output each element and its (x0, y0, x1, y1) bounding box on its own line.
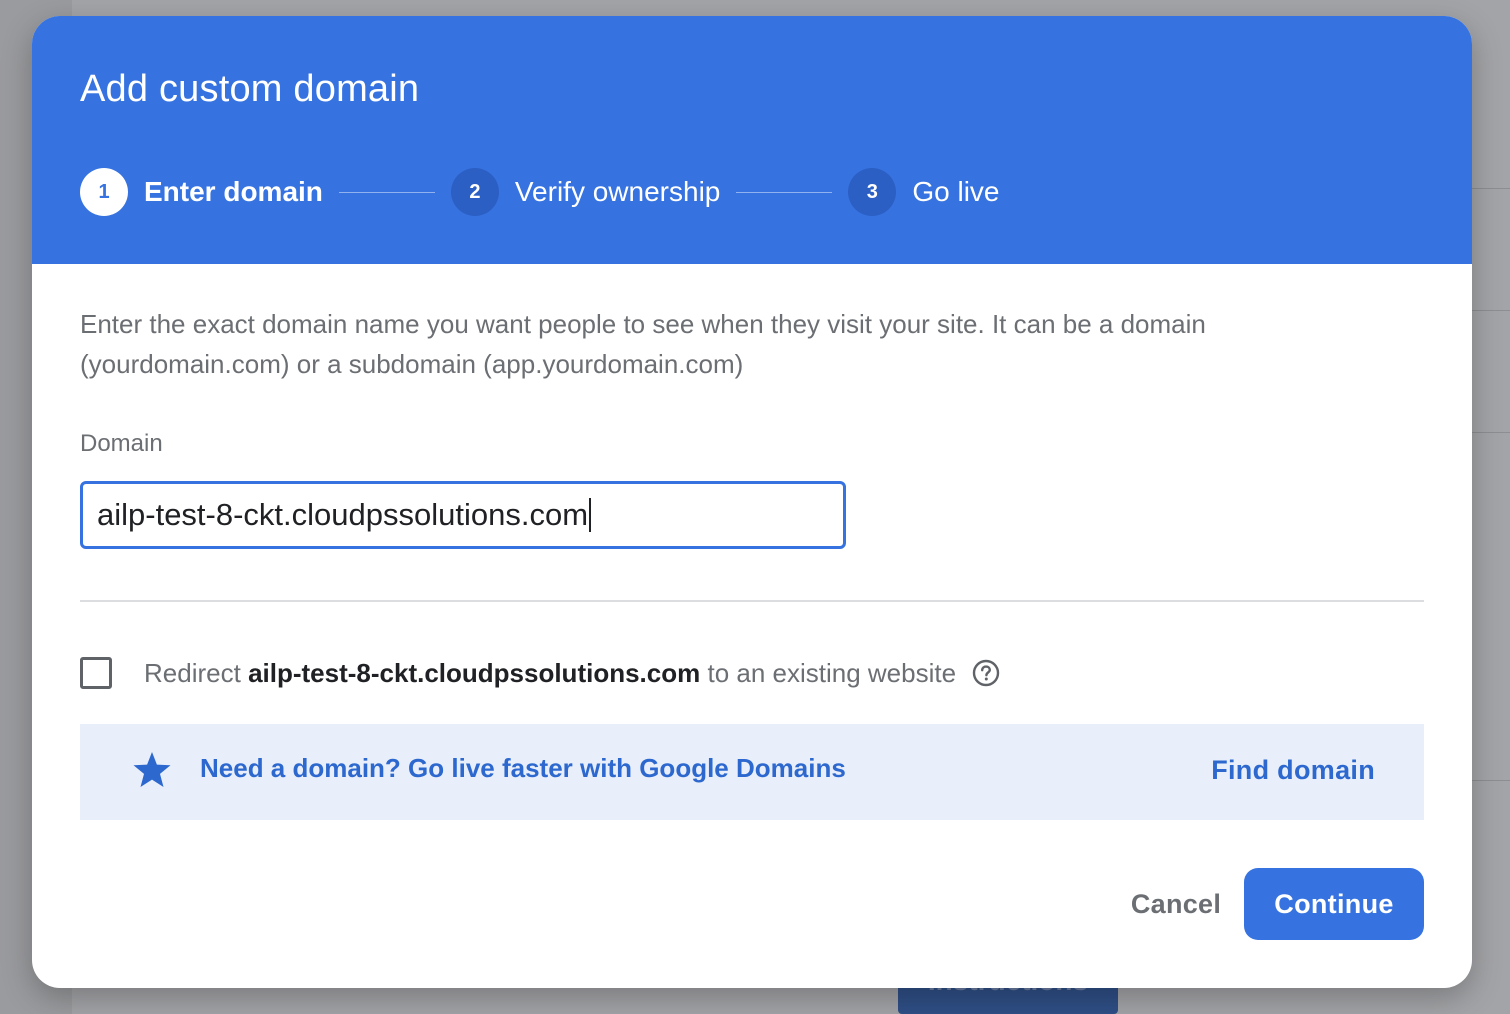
help-circle-icon[interactable] (972, 659, 1000, 687)
google-domains-banner: Need a domain? Go live faster with Googl… (80, 724, 1424, 820)
domain-field-label: Domain (80, 430, 163, 457)
dialog-header: Add custom domain 1 Enter domain 2 Verif… (32, 16, 1472, 264)
redirect-prefix: Redirect (144, 657, 241, 688)
banner-text: Need a domain? Go live faster with Googl… (200, 753, 846, 783)
star-icon (132, 750, 172, 790)
domain-input-value[interactable]: ailp-test-8-ckt.cloudpssolutions.com (97, 497, 588, 533)
text-caret (589, 498, 592, 532)
step-connector (338, 191, 435, 193)
cancel-button[interactable]: Cancel (1106, 868, 1246, 940)
background-divider (1472, 310, 1510, 311)
step-label: Enter domain (144, 176, 323, 207)
redirect-label: Redirect ailp-test-8-ckt.cloudpssolution… (144, 658, 956, 689)
add-custom-domain-dialog: Add custom domain 1 Enter domain 2 Verif… (32, 16, 1472, 988)
background-divider (1472, 432, 1510, 433)
dialog-title: Add custom domain (80, 68, 420, 110)
redirect-row: Redirect ailp-test-8-ckt.cloudpssolution… (80, 656, 1000, 690)
find-domain-link[interactable]: Find domain (1211, 755, 1375, 786)
continue-button[interactable]: Continue (1244, 868, 1424, 940)
step-go-live: 3 Go live (848, 168, 1000, 216)
redirect-checkbox[interactable] (80, 657, 112, 689)
step-label: Verify ownership (514, 176, 721, 207)
step-enter-domain: 1 Enter domain (80, 168, 323, 216)
step-number: 3 (848, 168, 897, 216)
domain-input[interactable]: ailp-test-8-ckt.cloudpssolutions.com (80, 481, 846, 549)
divider (80, 600, 1424, 602)
background-divider (1472, 780, 1510, 781)
stepper: 1 Enter domain 2 Verify ownership 3 Go l… (80, 168, 1000, 216)
background-divider (1472, 188, 1510, 189)
description-text: Enter the exact domain name you want peo… (80, 309, 1206, 379)
redirect-suffix: to an existing website (707, 657, 957, 688)
step-number: 1 (80, 168, 128, 216)
step-connector (736, 191, 833, 193)
step-verify-ownership: 2 Verify ownership (450, 168, 721, 216)
step-label: Go live (912, 176, 1000, 207)
step-number: 2 (450, 168, 499, 216)
redirect-domain: ailp-test-8-ckt.cloudpssolutions.com (248, 657, 701, 688)
